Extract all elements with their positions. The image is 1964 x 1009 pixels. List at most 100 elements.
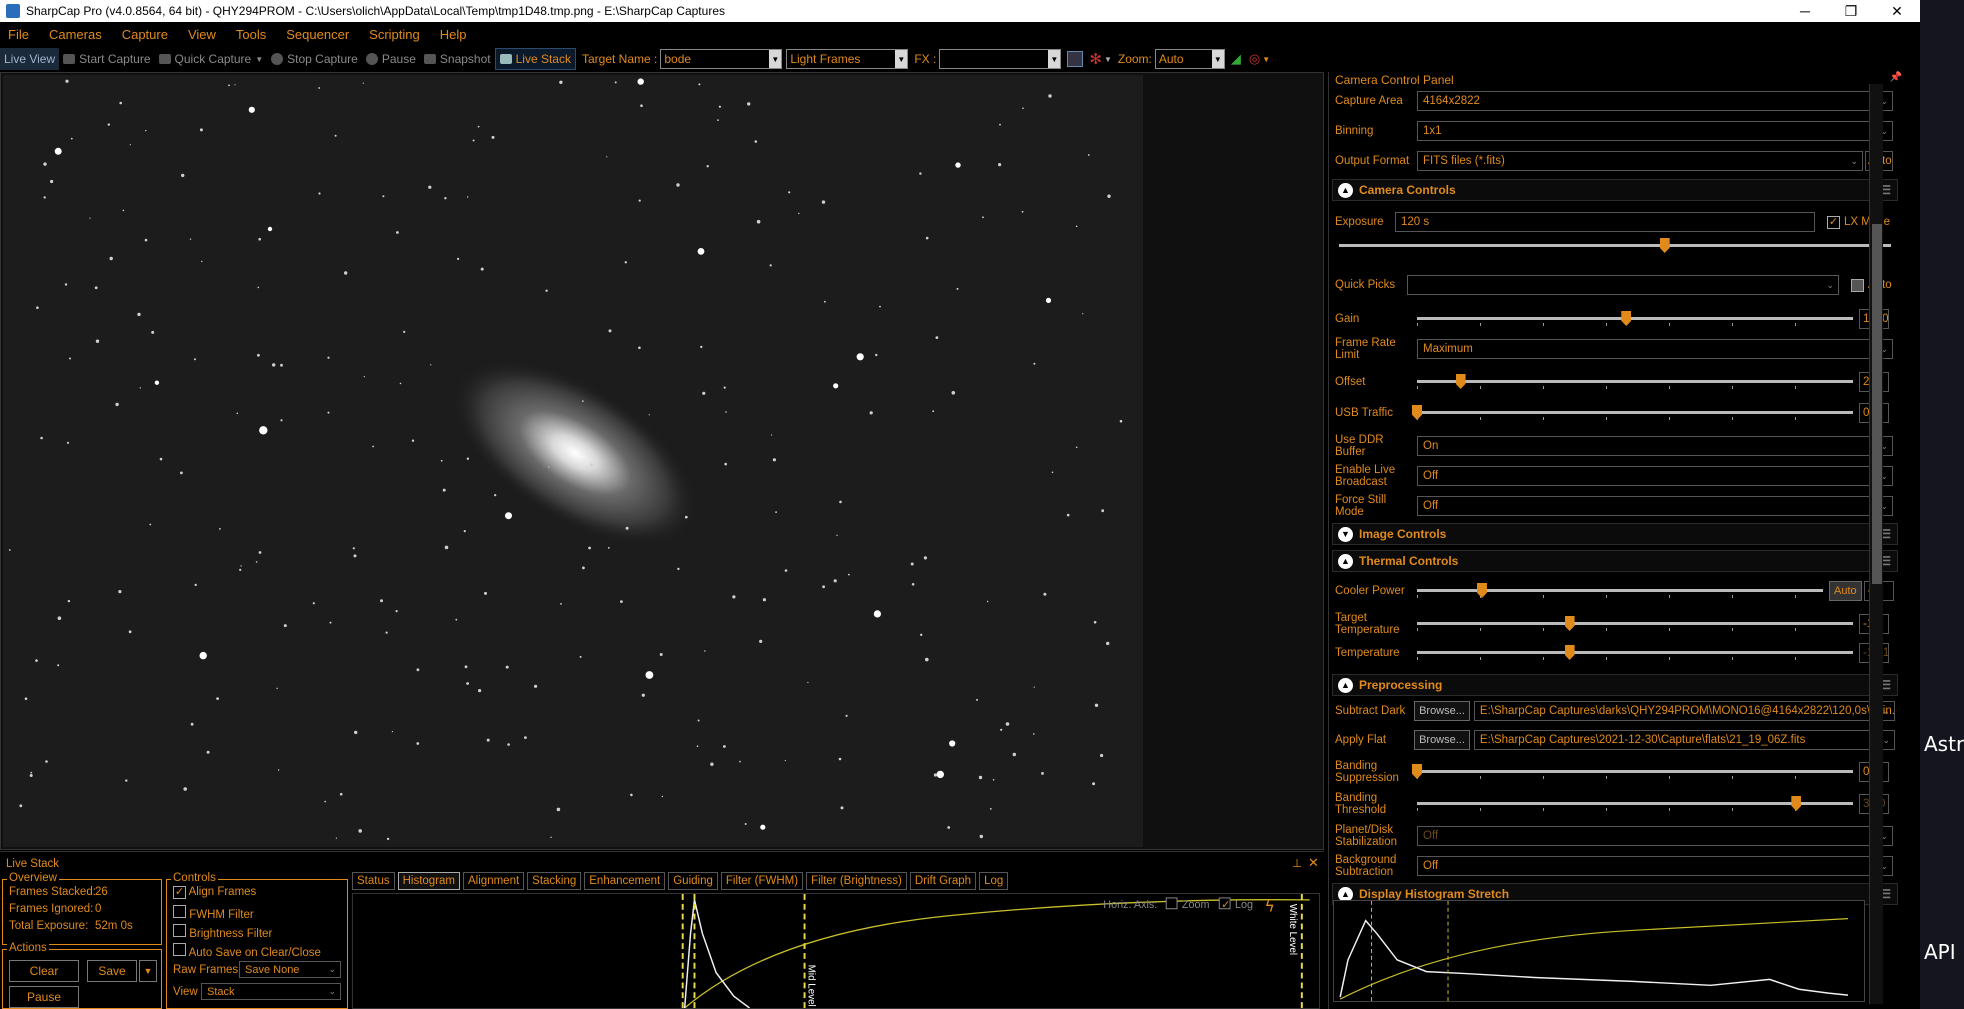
- offset-slider[interactable]: [1417, 374, 1853, 390]
- live-view-button[interactable]: Live View: [0, 48, 60, 70]
- flat-browse-button[interactable]: Browse...: [1414, 730, 1470, 750]
- chevron-down-icon[interactable]: ▼: [769, 50, 782, 68]
- fx-settings-icon[interactable]: [1067, 51, 1084, 67]
- still-mode-select[interactable]: Off ⌄: [1417, 496, 1893, 516]
- quick-picks-auto-checkbox[interactable]: [1851, 278, 1864, 292]
- menu-view[interactable]: View: [188, 27, 216, 42]
- target-icon[interactable]: ◎: [1249, 51, 1260, 67]
- frame-type-select[interactable]: Light Frames ▼: [786, 49, 909, 69]
- exposure-input[interactable]: 120 s: [1395, 212, 1815, 232]
- tab-guiding[interactable]: Guiding: [668, 872, 718, 890]
- scrollbar-thumb[interactable]: [1872, 224, 1882, 584]
- thermal-controls-header[interactable]: ▲ Thermal Controls ☰: [1332, 550, 1898, 572]
- cooler-power-slider[interactable]: [1417, 583, 1823, 599]
- tab-drift-graph[interactable]: Drift Graph: [909, 872, 977, 890]
- exposure-slider[interactable]: [1339, 238, 1891, 254]
- chevron-down-icon[interactable]: ▼: [895, 50, 908, 68]
- tab-histogram[interactable]: Histogram: [397, 872, 461, 890]
- tab-enhancement[interactable]: Enhancement: [584, 872, 666, 890]
- frame-rate-select[interactable]: Maximum ⌄: [1417, 339, 1893, 359]
- ddr-buffer-select[interactable]: On ⌄: [1417, 436, 1893, 456]
- raw-frames-select[interactable]: Save None ⌄: [239, 961, 341, 978]
- chevron-down-icon[interactable]: ▼: [1048, 50, 1061, 68]
- tab-alignment[interactable]: Alignment: [463, 872, 525, 890]
- minimize-icon[interactable]: ─: [1782, 0, 1828, 22]
- clear-button[interactable]: Clear: [9, 960, 79, 982]
- save-button[interactable]: Save: [87, 960, 137, 982]
- image-viewer[interactable]: [0, 72, 1324, 850]
- flat-file-select[interactable]: E:\SharpCap Captures\2021-12-30\Capture\…: [1473, 730, 1895, 750]
- pause-button[interactable]: Pause: [362, 48, 420, 70]
- panel-scrollbar[interactable]: [1869, 84, 1883, 1004]
- live-broadcast-select[interactable]: Off ⌄: [1417, 466, 1893, 486]
- pin-icon[interactable]: ⊥: [1292, 856, 1302, 870]
- brightness-filter-option[interactable]: Brightness Filter: [173, 924, 272, 940]
- live-stack-button[interactable]: Live Stack: [494, 48, 576, 70]
- tab-log[interactable]: Log: [979, 872, 1009, 890]
- fwhm-filter-option[interactable]: FWHM Filter: [173, 905, 254, 921]
- menu-scripting[interactable]: Scripting: [369, 27, 420, 42]
- menu-file[interactable]: File: [8, 27, 29, 42]
- binning-select[interactable]: 1x1 ⌄: [1417, 121, 1893, 141]
- tab-status[interactable]: Status: [352, 872, 395, 890]
- pause-button[interactable]: Pause: [9, 986, 79, 1008]
- expand-icon[interactable]: ▼: [1338, 526, 1353, 542]
- tab-filter-brightness[interactable]: Filter (Brightness): [806, 872, 907, 890]
- desktop-icon-label[interactable]: Astr: [1924, 732, 1964, 756]
- image-controls-header[interactable]: ▼ Image Controls ☰: [1332, 523, 1898, 545]
- fx-select[interactable]: ▼: [939, 49, 1062, 69]
- menu-cameras[interactable]: Cameras: [49, 27, 102, 42]
- live-stack-image[interactable]: [3, 75, 1143, 847]
- preprocessing-header[interactable]: ▲ Preprocessing ☰: [1332, 674, 1898, 696]
- stop-capture-button[interactable]: Stop Capture: [267, 48, 362, 70]
- banding-threshold-slider[interactable]: [1417, 796, 1853, 812]
- fwhm-filter-checkbox[interactable]: [173, 905, 186, 918]
- start-capture-button[interactable]: Start Capture: [59, 48, 154, 70]
- camera-controls-header[interactable]: ▲ Camera Controls ☰: [1332, 179, 1898, 201]
- close-icon[interactable]: ✕: [1874, 0, 1920, 22]
- collapse-icon[interactable]: ▲: [1338, 553, 1353, 569]
- close-icon[interactable]: ✕: [1308, 855, 1319, 871]
- menu-capture[interactable]: Capture: [122, 27, 168, 42]
- zoom-checkbox[interactable]: [1165, 897, 1178, 910]
- usb-traffic-slider[interactable]: [1412, 405, 1853, 421]
- output-format-select[interactable]: FITS files (*.fits) ⌄: [1417, 151, 1863, 171]
- brightness-filter-checkbox[interactable]: [173, 924, 186, 937]
- crosshair-icon[interactable]: ✻: [1089, 50, 1102, 68]
- pin-icon[interactable]: 📌: [1890, 72, 1902, 83]
- display-stretch-histogram[interactable]: [1333, 900, 1865, 1002]
- view-select[interactable]: Stack ⌄: [201, 983, 341, 1000]
- histogram-icon[interactable]: ◢: [1231, 51, 1241, 67]
- align-frames-option[interactable]: ✓ Align Frames: [173, 886, 256, 899]
- quick-picks-select[interactable]: ⌄: [1407, 275, 1839, 295]
- auto-save-option[interactable]: Auto Save on Clear/Close: [173, 943, 321, 959]
- live-stack-histogram[interactable]: Mid Level White Level Horiz. Axis: Zoom …: [352, 893, 1320, 1009]
- planet-stabilization-select[interactable]: Off ⌄: [1417, 826, 1893, 846]
- tab-stacking[interactable]: Stacking: [527, 872, 582, 890]
- target-temperature-slider[interactable]: [1417, 616, 1853, 632]
- collapse-icon[interactable]: ▲: [1338, 182, 1353, 198]
- collapse-icon[interactable]: ▲: [1338, 677, 1353, 693]
- background-subtraction-select[interactable]: Off ⌄: [1417, 856, 1893, 876]
- banding-suppression-slider[interactable]: [1412, 764, 1853, 780]
- auto-save-checkbox[interactable]: [173, 943, 186, 956]
- lx-mode-checkbox[interactable]: ✓: [1827, 215, 1840, 229]
- restore-icon[interactable]: ❐: [1828, 0, 1874, 22]
- align-frames-checkbox[interactable]: ✓: [173, 886, 186, 899]
- menu-tools[interactable]: Tools: [236, 27, 266, 42]
- dark-browse-button[interactable]: Browse...: [1414, 701, 1470, 721]
- gain-slider[interactable]: [1417, 311, 1853, 327]
- chevron-down-icon[interactable]: ▼: [255, 55, 263, 64]
- capture-area-select[interactable]: 4164x2822 ⌄: [1417, 91, 1893, 111]
- exposure-slider-thumb[interactable]: [1659, 238, 1670, 253]
- tab-filter-fwhm[interactable]: Filter (FWHM): [720, 872, 804, 890]
- cooler-auto-button[interactable]: Auto: [1829, 581, 1862, 601]
- chevron-down-icon[interactable]: ▼: [1211, 50, 1224, 68]
- quick-capture-button[interactable]: Quick Capture ▼: [155, 48, 268, 70]
- target-name-input[interactable]: bode ▼: [660, 49, 783, 69]
- chevron-down-icon[interactable]: ▼: [1104, 55, 1112, 64]
- menu-sequencer[interactable]: Sequencer: [286, 27, 349, 42]
- snapshot-button[interactable]: Snapshot: [420, 48, 495, 70]
- menu-help[interactable]: Help: [440, 27, 467, 42]
- zoom-select[interactable]: Auto ▼: [1154, 49, 1225, 69]
